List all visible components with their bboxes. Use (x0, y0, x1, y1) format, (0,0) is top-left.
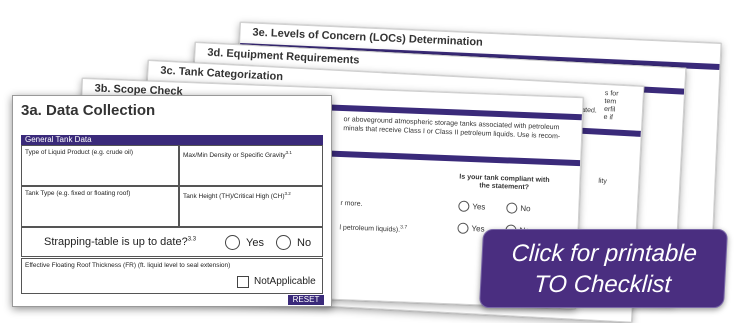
general-tank-data-header: General Tank Data (21, 135, 323, 145)
sheet-3c-snippet-d: e if (603, 113, 614, 122)
sheet-3b-intro: or aboveground atmospheric storage tanks… (343, 116, 561, 141)
sheet-3b-row2-text: l petroleum liquids).3.7 (339, 221, 407, 235)
page-title: 3a. Data Collection (21, 102, 156, 119)
radio-icon (276, 235, 291, 250)
tank-type-field[interactable]: Tank Type (e.g. fixed or floating roof) (21, 186, 179, 227)
radio-icon (457, 222, 469, 234)
not-applicable-label: NotApplicable (254, 276, 316, 287)
tank-type-label: Tank Type (e.g. fixed or floating roof) (25, 190, 131, 197)
not-applicable-checkbox[interactable] (237, 276, 249, 288)
tank-height-label: Tank Height (TH)/Critical High (CH) (183, 193, 285, 201)
sheet-3b-row2-sup: 3.7 (400, 224, 408, 231)
tank-height-field[interactable]: Tank Height (TH)/Critical High (CH)3.2 (179, 186, 323, 227)
strapping-label: Strapping-table is up to date? (44, 236, 188, 248)
sheet-3b-row2-label: l petroleum liquids). (339, 224, 401, 234)
radio-icon (506, 202, 518, 214)
sheet-3c-title: 3c. Tank Categorization (160, 64, 284, 84)
printable-checklist-button[interactable]: Click for printable TO Checklist (478, 229, 729, 308)
density-field[interactable]: Max/Min Density or Specific Gravity3.1 (179, 145, 323, 186)
sheet-3c-lity-text: lity (598, 177, 608, 186)
strapping-yes-label: Yes (246, 236, 264, 249)
sheet-3b-row1-yes-label: Yes (472, 202, 486, 212)
sheet-3b-row1-no-label: No (520, 203, 531, 214)
sheet-3b-row1-no[interactable]: No (506, 202, 531, 214)
sheet-3b-row1-yes[interactable]: Yes (458, 200, 486, 213)
floating-roof-label: Effective Floating Roof Thickness (FR) (… (25, 262, 231, 269)
strapping-question: Strapping-table is up to date?3.3 (44, 236, 196, 248)
sheet-3b-row1-text: r more. (340, 200, 363, 208)
strapping-table-row: Strapping-table is up to date?3.3 Yes No (21, 227, 323, 257)
sheet-3b-row2-yes[interactable]: Yes (457, 222, 485, 235)
banner-line-1: Click for printable (510, 240, 698, 267)
strapping-yes-radio[interactable]: Yes (225, 235, 264, 250)
sheet-3b-compliance-question: Is your tank compliant with the statemen… (459, 173, 550, 192)
liquid-product-field[interactable]: Type of Liquid Product (e.g. crude oil) (21, 145, 179, 186)
radio-icon (225, 235, 240, 250)
strapping-no-label: No (297, 236, 312, 249)
banner-line-2: TO Checklist (533, 271, 672, 298)
sheet-3b-row2-yes-label: Yes (471, 224, 485, 234)
density-label: Max/Min Density or Specific Gravity (183, 152, 286, 160)
strapping-no-radio[interactable]: No (276, 235, 311, 250)
tank-height-sup: 3.2 (284, 191, 291, 196)
floating-roof-thickness-field[interactable]: Effective Floating Roof Thickness (FR) (… (21, 258, 323, 294)
liquid-product-label: Type of Liquid Product (e.g. crude oil) (25, 149, 134, 156)
density-sup: 3.1 (285, 150, 292, 155)
strapping-sup: 3.3 (187, 236, 197, 243)
sheet-3a-data-collection[interactable]: 3a. Data Collection General Tank Data Ty… (12, 95, 332, 307)
radio-icon (458, 200, 470, 212)
reset-button[interactable]: RESET (288, 295, 324, 305)
